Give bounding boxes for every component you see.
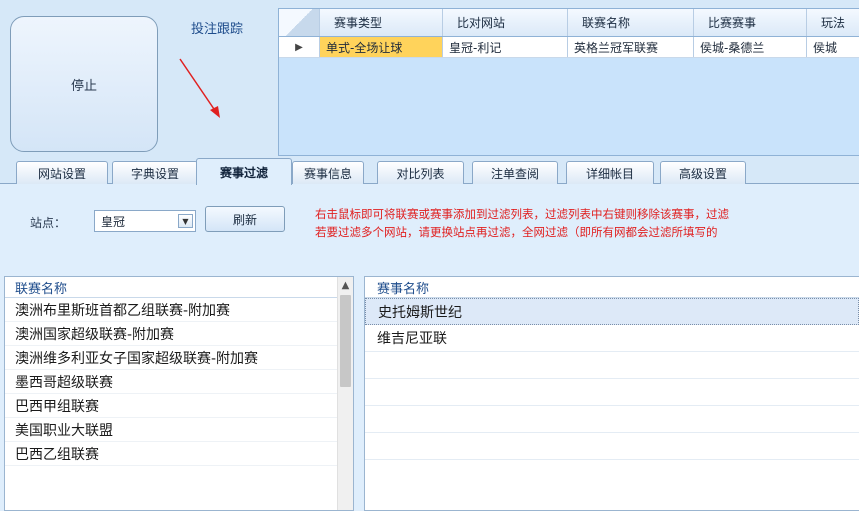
col-header[interactable]: 联赛名称 — [568, 9, 694, 36]
refresh-button[interactable]: 刷新 — [205, 206, 285, 232]
scroll-up-icon[interactable]: ▲ — [338, 277, 353, 293]
tab-bar: 网站设置 字典设置 赛事过滤 赛事信息 对比列表 注单查阅 详细帐目 高级设置 — [0, 156, 859, 185]
table-cell[interactable]: 侯城-桑德兰 — [694, 37, 807, 57]
tab-match-filter[interactable]: 赛事过滤 — [196, 158, 292, 185]
site-select[interactable]: 皇冠 ▼ — [94, 210, 196, 232]
stop-button[interactable]: 停止 — [10, 16, 158, 152]
site-label: 站点： — [30, 216, 67, 230]
list-item[interactable]: 澳洲国家超级联赛-附加赛 — [5, 322, 339, 346]
grid-corner — [279, 9, 320, 36]
list-item[interactable]: 巴西甲组联赛 — [5, 394, 339, 418]
list-item[interactable]: 巴西乙组联赛 — [5, 442, 339, 466]
list-item[interactable]: 澳洲布里斯班首都乙组联赛-附加赛 — [5, 298, 339, 322]
league-list-header: 联赛名称 — [5, 277, 353, 298]
empty-row — [365, 406, 859, 433]
table-cell[interactable]: 侯城 — [807, 37, 859, 57]
scroll-thumb[interactable] — [340, 295, 351, 387]
tab-compare-list[interactable]: 对比列表 — [377, 161, 464, 184]
row-indicator-icon: ▶ — [279, 37, 320, 57]
table-cell[interactable]: 英格兰冠军联赛 — [568, 37, 694, 57]
empty-row — [365, 379, 859, 406]
filter-panel: 站点： 皇冠 ▼ 刷新 右击鼠标即可将联赛或赛事添加到过滤列表，过滤列表中右键则… — [0, 184, 859, 511]
list-item[interactable]: 澳洲维多利亚女子国家超级联赛-附加赛 — [5, 346, 339, 370]
hint-text: 若要过滤多个网站，请更换站点再过滤，全网过滤（即所有网都会过滤所填写的 — [315, 225, 718, 239]
tab-match-info[interactable]: 赛事信息 — [292, 161, 364, 184]
table-cell[interactable]: 单式-全场让球 — [320, 37, 443, 57]
match-list-header: 赛事名称 — [365, 277, 859, 298]
list-item[interactable]: 维吉尼亚联 — [365, 325, 859, 352]
red-arrow-icon — [179, 58, 220, 118]
table-row[interactable]: ▶ 单式-全场让球 皇冠-利记 英格兰冠军联赛 侯城-桑德兰 侯城 — [279, 37, 859, 58]
list-item[interactable]: 史托姆斯世纪 — [365, 298, 859, 325]
tab-bet-lookup[interactable]: 注单查阅 — [472, 161, 558, 184]
tab-site-settings[interactable]: 网站设置 — [16, 161, 108, 184]
list-item[interactable]: 墨西哥超级联赛 — [5, 370, 339, 394]
dropdown-arrow-icon[interactable]: ▼ — [178, 214, 193, 228]
bet-grid[interactable]: 赛事类型 比对网站 联赛名称 比赛赛事 玩法 ▶ 单式-全场让球 皇冠-利记 英… — [278, 8, 859, 156]
bet-tracking-label: 投注跟踪 — [191, 22, 244, 37]
empty-row — [365, 433, 859, 460]
col-header[interactable]: 比对网站 — [443, 9, 568, 36]
vertical-scrollbar[interactable]: ▲ — [337, 277, 353, 510]
col-header[interactable]: 玩法 — [807, 9, 859, 36]
empty-row — [365, 352, 859, 379]
tab-dictionary-settings[interactable]: 字典设置 — [112, 161, 198, 184]
list-item[interactable]: 美国职业大联盟 — [5, 418, 339, 442]
site-select-value: 皇冠 — [101, 214, 126, 229]
table-cell[interactable]: 皇冠-利记 — [443, 37, 568, 57]
tab-detailed-account[interactable]: 详细帐目 — [566, 161, 654, 184]
col-header[interactable]: 赛事类型 — [320, 9, 443, 36]
tab-advanced-settings[interactable]: 高级设置 — [660, 161, 746, 184]
grid-header: 赛事类型 比对网站 联赛名称 比赛赛事 玩法 — [279, 9, 859, 37]
top-panel: 停止 投注跟踪 赛事类型 比对网站 联赛名称 比赛赛事 玩法 ▶ 单式-全场让球… — [0, 0, 859, 156]
col-header[interactable]: 比赛赛事 — [694, 9, 807, 36]
match-list[interactable]: 赛事名称 史托姆斯世纪 维吉尼亚联 — [364, 276, 859, 511]
hint-text: 右击鼠标即可将联赛或赛事添加到过滤列表，过滤列表中右键则移除该赛事，过滤 — [315, 207, 729, 221]
league-list[interactable]: 联赛名称 澳洲布里斯班首都乙组联赛-附加赛 澳洲国家超级联赛-附加赛 澳洲维多利… — [4, 276, 354, 511]
